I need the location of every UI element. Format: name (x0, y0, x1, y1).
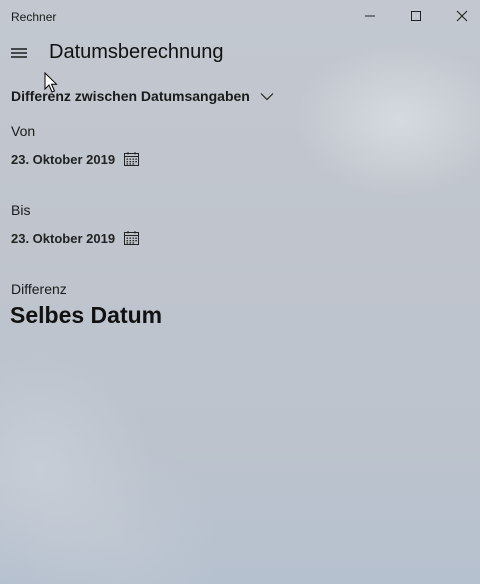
close-icon (456, 10, 468, 22)
navigation-menu-button[interactable] (4, 40, 34, 66)
calendar-icon (123, 151, 140, 167)
to-date-value: 23. Oktober 2019 (11, 230, 116, 246)
from-date-picker[interactable]: 23. Oktober 2019 (11, 149, 140, 169)
maximize-button[interactable] (393, 0, 439, 32)
chevron-down-icon (260, 92, 274, 101)
page-title: Datumsberechnung (49, 41, 224, 63)
from-date-value: 23. Oktober 2019 (11, 151, 116, 167)
difference-result: Selbes Datum (10, 302, 163, 328)
mouse-cursor-icon (44, 72, 58, 93)
app-title: Rechner (11, 10, 57, 24)
title-bar: Rechner (0, 0, 480, 32)
to-label: Bis (11, 202, 31, 218)
minimize-button[interactable] (347, 0, 393, 32)
minimize-icon (365, 15, 375, 17)
hamburger-menu-icon (11, 48, 27, 58)
close-button[interactable] (439, 0, 480, 32)
from-label: Von (11, 123, 36, 139)
calendar-icon (123, 230, 140, 246)
maximize-icon (411, 11, 421, 21)
to-date-picker[interactable]: 23. Oktober 2019 (11, 228, 140, 248)
difference-label: Differenz (11, 281, 67, 297)
